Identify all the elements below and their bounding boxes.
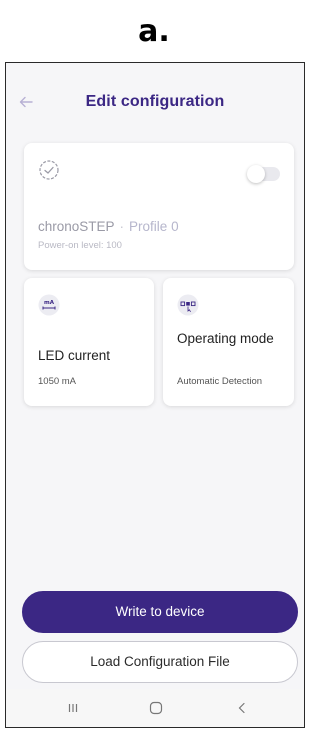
profile-card[interactable]: chronoSTEP · Profile 0 Power-on level: 100 <box>24 143 294 270</box>
operating-mode-label: Operating mode <box>177 331 274 346</box>
recents-button[interactable] <box>53 689 93 727</box>
home-button[interactable] <box>136 689 176 727</box>
led-current-card[interactable]: mA LED current 1050 mA <box>24 278 154 406</box>
app-header: Edit configuration <box>6 63 304 143</box>
phone-screen: Edit configuration chronoSTEP · Profile 0 … <box>5 62 305 728</box>
write-to-device-button[interactable]: Write to device <box>22 591 298 633</box>
operating-mode-icon <box>177 294 199 316</box>
page-title: Edit configuration <box>85 93 225 110</box>
current-ma-icon: mA <box>38 294 60 316</box>
home-icon <box>149 701 163 715</box>
operating-mode-card[interactable]: Operating mode Automatic Detection <box>163 278 294 406</box>
profile-title: chronoSTEP · Profile 0 <box>38 219 179 234</box>
led-current-value: 1050 mA <box>38 376 77 387</box>
power-on-level: Power-on level: 100 <box>38 240 122 251</box>
device-name: chronoSTEP <box>38 219 115 234</box>
clock-check-icon <box>39 160 59 180</box>
operating-mode-value: Automatic Detection <box>177 376 263 387</box>
led-current-label: LED current <box>38 348 111 363</box>
profile-toggle[interactable] <box>247 165 280 183</box>
toggle-knob <box>247 165 265 183</box>
nav-back-button[interactable] <box>222 689 262 727</box>
figure-label: a. <box>138 14 170 49</box>
separator: · <box>119 219 125 234</box>
current-ma-icon-text: mA <box>44 300 55 306</box>
chevron-left-icon <box>238 702 245 714</box>
recents-icon <box>68 704 78 712</box>
android-nav-bar <box>6 689 304 727</box>
load-configuration-button[interactable]: Load Configuration File <box>22 641 298 683</box>
profile-name: Profile 0 <box>129 219 179 234</box>
